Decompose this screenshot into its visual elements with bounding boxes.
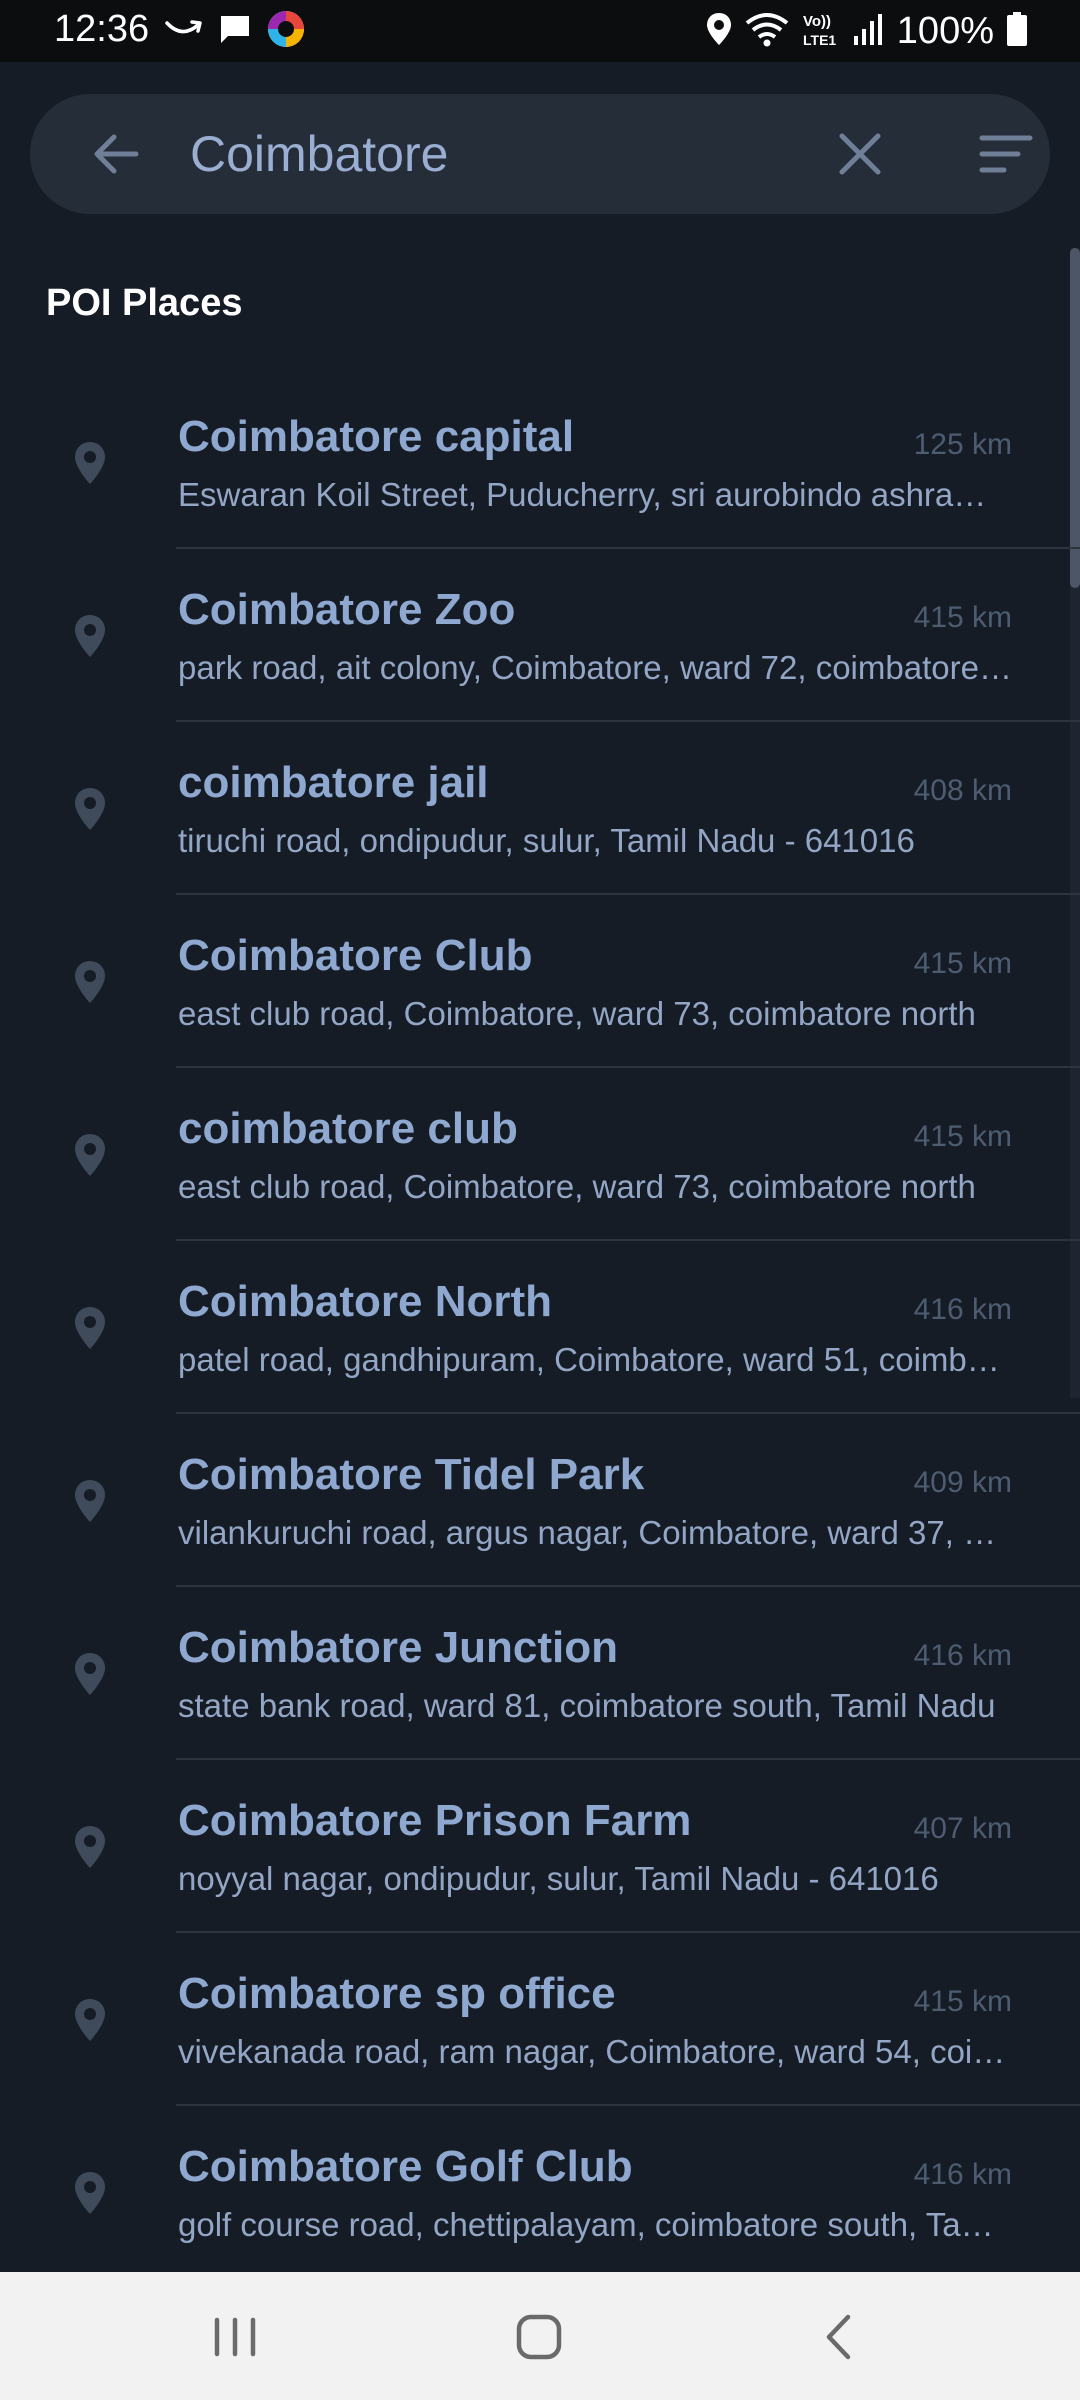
result-address: Eswaran Koil Street, Puducherry, sri aur… [178, 476, 1012, 513]
home-icon [516, 2314, 562, 2360]
location-icon [705, 11, 733, 52]
status-bar: 12:36 Vo)) LTE1 100% [0, 0, 1080, 62]
results-list: Coimbatore capital 125 km Eswaran Koil Str… [0, 376, 1080, 2279]
status-icons-left [164, 10, 306, 52]
location-pin-icon [72, 613, 108, 659]
location-pin-icon [72, 1997, 108, 2043]
nav-back-icon [826, 2314, 851, 2360]
result-list-item[interactable]: Coimbatore Prison Farm 407 km noyyal nagar… [0, 1760, 1080, 1933]
result-address: tiruchi road, ondipudur, sulur, Tamil Na… [178, 822, 915, 859]
result-distance: 407 km [913, 1812, 1012, 1845]
result-list-item[interactable]: Coimbatore Tidel Park 409 km vilankuruchi … [0, 1414, 1080, 1587]
result-address: noyyal nagar, ondipudur, sulur, Tamil Na… [178, 1860, 939, 1897]
result-distance: 415 km [913, 601, 1012, 634]
result-distance: 415 km [913, 947, 1012, 980]
location-pin-icon [72, 786, 108, 832]
clear-button[interactable] [830, 124, 890, 184]
location-pin-icon [72, 440, 108, 486]
result-address: golf course road, chettipalayam, coimbat… [178, 2206, 1012, 2243]
result-list-item[interactable]: Coimbatore North 416 km patel road, gandhi… [0, 1241, 1080, 1414]
home-button[interactable] [504, 2302, 574, 2372]
result-title: Coimbatore Golf Club [178, 2142, 633, 2191]
status-time: 12:36 [54, 8, 150, 50]
app-icon [266, 9, 306, 54]
svg-text:Vo)): Vo)) [803, 13, 831, 30]
result-title: Coimbatore North [178, 1277, 552, 1326]
result-distance: 416 km [913, 1639, 1012, 1672]
result-address: vilankuruchi road, argus nagar, Coimbato… [178, 1514, 1012, 1551]
result-list-item[interactable]: Coimbatore Club 415 km east club road, Coi… [0, 895, 1080, 1068]
result-title: coimbatore jail [178, 758, 489, 807]
battery-icon [1006, 11, 1028, 52]
message-icon [218, 13, 252, 50]
result-distance: 125 km [913, 428, 1012, 461]
section-title: POI Places [46, 282, 243, 324]
sort-icon [979, 135, 1033, 173]
result-title: Coimbatore Tidel Park [178, 1450, 645, 1499]
result-title: Coimbatore capital [178, 412, 575, 461]
result-list-item[interactable]: Coimbatore Junction 416 km state bank road… [0, 1587, 1080, 1760]
battery-percent: 100% [896, 9, 994, 52]
result-title: Coimbatore Prison Farm [178, 1796, 692, 1845]
result-address: east club road, Coimbatore, ward 73, coi… [178, 995, 976, 1032]
result-list-item[interactable]: coimbatore jail 408 km tiruchi road, ondip… [0, 722, 1080, 895]
result-list-item[interactable]: Coimbatore Zoo 415 km park road, ait colon… [0, 549, 1080, 722]
search-input[interactable] [190, 116, 810, 192]
result-address: vivekanada road, ram nagar, Coimbatore, … [178, 2033, 1012, 2070]
result-list-item[interactable]: Coimbatore Golf Club 416 km golf course ro… [0, 2106, 1080, 2279]
arrow-back-icon [94, 134, 139, 174]
search-bar [30, 94, 1050, 214]
result-address: patel road, gandhipuram, Coimbatore, war… [178, 1341, 1012, 1378]
result-title: coimbatore club [178, 1104, 518, 1153]
missed-call-icon [164, 17, 204, 46]
result-list-item[interactable]: Coimbatore sp office 415 km vivekanada roa… [0, 1933, 1080, 2106]
sort-button[interactable] [976, 124, 1036, 184]
nav-back-button[interactable] [806, 2302, 876, 2372]
close-icon [839, 133, 881, 175]
result-distance: 415 km [913, 1985, 1012, 2018]
navigation-bar [0, 2272, 1080, 2400]
result-address: park road, ait colony, Coimbatore, ward … [178, 649, 1012, 686]
result-list-item[interactable]: coimbatore club 415 km east club road, Coi… [0, 1068, 1080, 1241]
network-label: Vo)) LTE1 [801, 9, 841, 54]
result-distance: 408 km [913, 774, 1012, 807]
result-title: Coimbatore Club [178, 931, 533, 980]
back-button[interactable] [90, 128, 142, 180]
location-pin-icon [72, 959, 108, 1005]
result-distance: 416 km [913, 1293, 1012, 1326]
location-pin-icon [72, 2170, 108, 2216]
wifi-icon [745, 11, 789, 52]
recents-button[interactable] [200, 2302, 270, 2372]
result-title: Coimbatore Junction [178, 1623, 619, 1672]
result-distance: 415 km [913, 1120, 1012, 1153]
result-title: Coimbatore sp office [178, 1969, 616, 2018]
result-address: state bank road, ward 81, coimbatore sou… [178, 1687, 996, 1724]
result-distance: 416 km [913, 2158, 1012, 2191]
result-address: east club road, Coimbatore, ward 73, coi… [178, 1168, 976, 1205]
location-pin-icon [72, 1305, 108, 1351]
location-pin-icon [72, 1478, 108, 1524]
location-pin-icon [72, 1824, 108, 1870]
location-pin-icon [72, 1132, 108, 1178]
status-icons-right: Vo)) LTE1 100% [705, 8, 1028, 54]
location-pin-icon [72, 1651, 108, 1697]
svg-text:LTE1: LTE1 [803, 32, 836, 48]
screen: 12:36 Vo)) LTE1 100% Coimbatore POI Plac… [0, 0, 1080, 2400]
recents-icon [214, 2317, 256, 2357]
signal-icon [853, 12, 885, 51]
result-distance: 409 km [913, 1466, 1012, 1499]
result-list-item[interactable]: Coimbatore capital 125 km Eswaran Koil Str… [0, 376, 1080, 549]
result-title: Coimbatore Zoo [178, 585, 516, 634]
